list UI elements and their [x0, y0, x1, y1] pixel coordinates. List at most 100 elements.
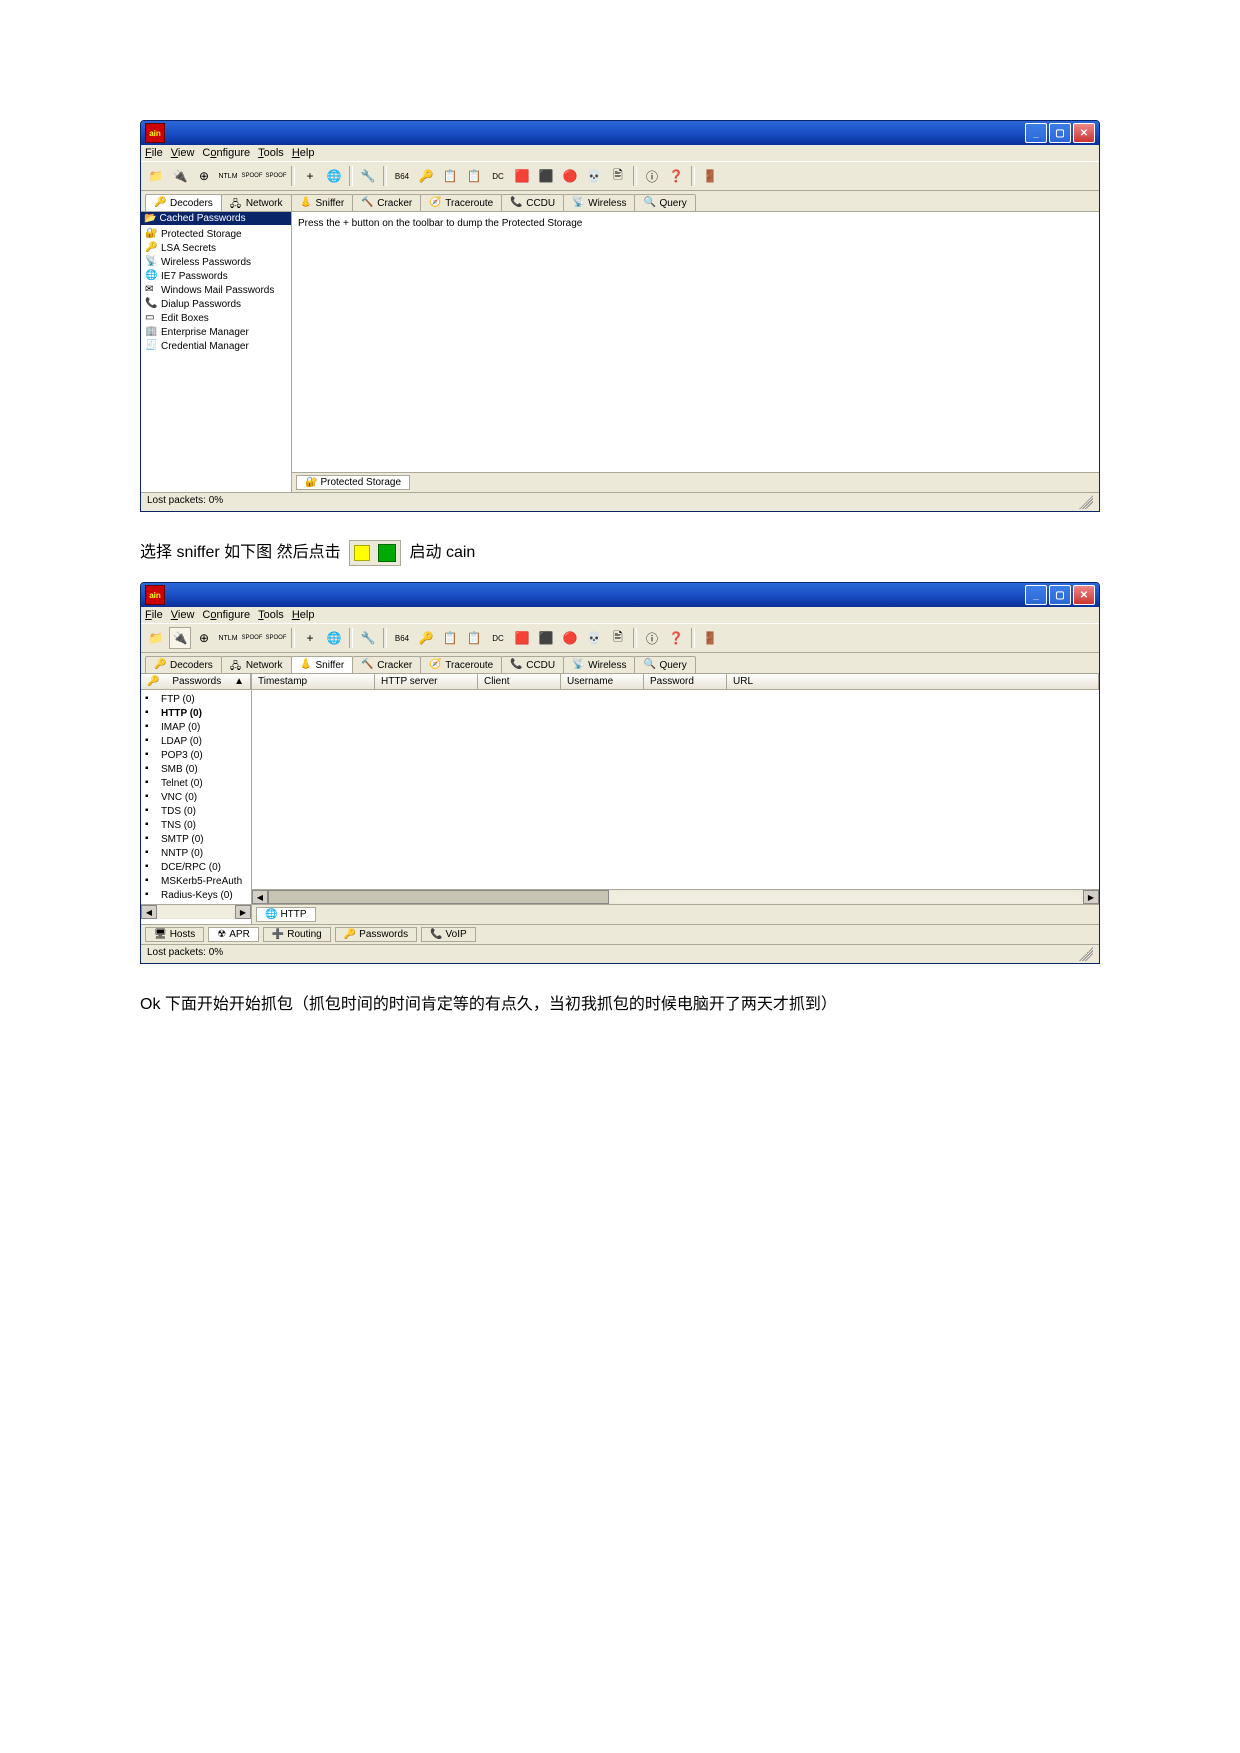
tab-query[interactable]: 🔍Query [634, 656, 695, 673]
tool-9[interactable]: B64 [391, 165, 413, 187]
bottom-tab-protected-storage[interactable]: 🔐Protected Storage [296, 475, 410, 490]
main-hscroll[interactable]: ◀ ▶ [252, 889, 1099, 904]
tab-decoders[interactable]: 🔑Decoders [145, 656, 222, 673]
tool-12[interactable]: 📋 [463, 165, 485, 187]
tool-17[interactable]: 💀 [583, 627, 605, 649]
sidebar-hscroll[interactable]: ◀ ▶ [141, 904, 251, 919]
tab-query[interactable]: 🔍Query [634, 194, 695, 211]
bottom-tab-apr[interactable]: ☢APR [208, 927, 259, 942]
tab-decoders[interactable]: 🔑Decoders [145, 194, 222, 211]
menu-file[interactable]: File [145, 609, 163, 621]
tool-16[interactable]: 🔴 [559, 165, 581, 187]
bottom-tab-voip[interactable]: 📞VoIP [421, 927, 476, 942]
password-type-item[interactable]: ▪DCE/RPC (0) [143, 860, 249, 874]
tool-3[interactable]: NTLM [217, 165, 239, 187]
col-client[interactable]: Client [478, 674, 561, 689]
sidebar-header[interactable]: 📂Cached Passwords [141, 212, 291, 225]
scroll-left-icon[interactable]: ◀ [141, 905, 157, 919]
password-type-item[interactable]: ▪NNTP (0) [143, 846, 249, 860]
sidebar-item[interactable]: 🌐IE7 Passwords [143, 269, 289, 283]
menu-tools[interactable]: Tools [258, 147, 284, 159]
tab-wireless[interactable]: 📡Wireless [563, 656, 635, 673]
tool-11[interactable]: 📋 [439, 627, 461, 649]
tool-12[interactable]: 📋 [463, 627, 485, 649]
menu-configure[interactable]: Configure [202, 147, 250, 159]
tool-20[interactable]: ❓ [665, 165, 687, 187]
bottom-tab-passwords[interactable]: 🔑Passwords [335, 927, 417, 942]
tool-14[interactable]: 🟥 [511, 165, 533, 187]
tool-19[interactable]: ⓘ [641, 627, 663, 649]
minimize-button[interactable]: _ [1025, 123, 1047, 143]
tab-sniffer[interactable]: 👃Sniffer [291, 656, 354, 673]
password-type-item[interactable]: ▪POP3 (0) [143, 748, 249, 762]
sidebar-item[interactable]: ✉Windows Mail Passwords [143, 283, 289, 297]
tool-3[interactable]: NTLM [217, 627, 239, 649]
sidebar-item[interactable]: 🏢Enterprise Manager [143, 325, 289, 339]
scroll-right-icon[interactable]: ▶ [1083, 890, 1099, 904]
menu-configure[interactable]: Configure [202, 609, 250, 621]
tool-1[interactable]: 🔌 [169, 627, 191, 649]
tool-10[interactable]: 🔑 [415, 627, 437, 649]
password-type-item[interactable]: ▪LDAP (0) [143, 734, 249, 748]
scroll-left-icon[interactable]: ◀ [252, 890, 268, 904]
password-type-item[interactable]: ▪HTTP (0) [143, 706, 249, 720]
minimize-button[interactable]: _ [1025, 585, 1047, 605]
tool-6[interactable]: + [299, 627, 321, 649]
tool-16[interactable]: 🔴 [559, 627, 581, 649]
tab-traceroute[interactable]: 🧭Traceroute [420, 194, 502, 211]
tool-21[interactable]: 🚪 [699, 165, 721, 187]
tab-network[interactable]: 🖧Network [221, 656, 292, 673]
close-button[interactable]: ✕ [1073, 123, 1095, 143]
tool-10[interactable]: 🔑 [415, 165, 437, 187]
tool-1[interactable]: 🔌 [169, 165, 191, 187]
bottom-tab-http[interactable]: 🌐HTTP [256, 907, 316, 922]
menu-tools[interactable]: Tools [258, 609, 284, 621]
tool-0[interactable]: 📁 [145, 627, 167, 649]
password-type-item[interactable]: ▪FTP (0) [143, 692, 249, 706]
tool-9[interactable]: B64 [391, 627, 413, 649]
resize-grip[interactable] [1079, 947, 1093, 961]
tool-13[interactable]: DC [487, 627, 509, 649]
menu-file[interactable]: File [145, 147, 163, 159]
menu-view[interactable]: View [171, 147, 195, 159]
tab-network[interactable]: 🖧Network [221, 194, 292, 211]
tool-4[interactable]: SPOOF [241, 627, 263, 649]
tool-17[interactable]: 💀 [583, 165, 605, 187]
tool-15[interactable]: ⬛ [535, 627, 557, 649]
maximize-button[interactable]: ▢ [1049, 123, 1071, 143]
password-type-item[interactable]: ▪VNC (0) [143, 790, 249, 804]
menu-view[interactable]: View [171, 609, 195, 621]
tool-0[interactable]: 📁 [145, 165, 167, 187]
sidebar-item[interactable]: 🧾Credential Manager [143, 339, 289, 353]
bottom-tab-hosts[interactable]: 🖥Hosts [145, 927, 204, 942]
tool-8[interactable]: 🔧 [357, 165, 379, 187]
titlebar[interactable]: ain _ ▢ ✕ [141, 583, 1099, 607]
password-type-item[interactable]: ▪SMB (0) [143, 762, 249, 776]
tab-cracker[interactable]: 🔨Cracker [352, 194, 421, 211]
menu-help[interactable]: Help [292, 609, 315, 621]
tab-ccdu[interactable]: 📞CCDU [501, 194, 564, 211]
tab-cracker[interactable]: 🔨Cracker [352, 656, 421, 673]
tool-18[interactable]: 🖹 [607, 627, 629, 649]
sidebar-item[interactable]: 📞Dialup Passwords [143, 297, 289, 311]
password-type-item[interactable]: ▪MSKerb5-PreAuth [143, 874, 249, 888]
sidebar-item[interactable]: 🔑LSA Secrets [143, 241, 289, 255]
tool-20[interactable]: ❓ [665, 627, 687, 649]
tool-8[interactable]: 🔧 [357, 627, 379, 649]
tool-19[interactable]: ⓘ [641, 165, 663, 187]
tool-7[interactable]: 🌐 [323, 627, 345, 649]
col-url[interactable]: URL [727, 674, 1099, 689]
tool-7[interactable]: 🌐 [323, 165, 345, 187]
sidebar-item[interactable]: 🔐Protected Storage [143, 227, 289, 241]
password-type-item[interactable]: ▪Telnet (0) [143, 776, 249, 790]
tool-5[interactable]: SPOOF [265, 165, 287, 187]
col-http-server[interactable]: HTTP server [375, 674, 478, 689]
maximize-button[interactable]: ▢ [1049, 585, 1071, 605]
tab-ccdu[interactable]: 📞CCDU [501, 656, 564, 673]
col-username[interactable]: Username [561, 674, 644, 689]
password-type-item[interactable]: ▪SMTP (0) [143, 832, 249, 846]
password-type-item[interactable]: ▪IMAP (0) [143, 720, 249, 734]
tab-sniffer[interactable]: 👃Sniffer [291, 194, 354, 211]
tool-2[interactable]: ⊕ [193, 627, 215, 649]
tool-18[interactable]: 🖹 [607, 165, 629, 187]
